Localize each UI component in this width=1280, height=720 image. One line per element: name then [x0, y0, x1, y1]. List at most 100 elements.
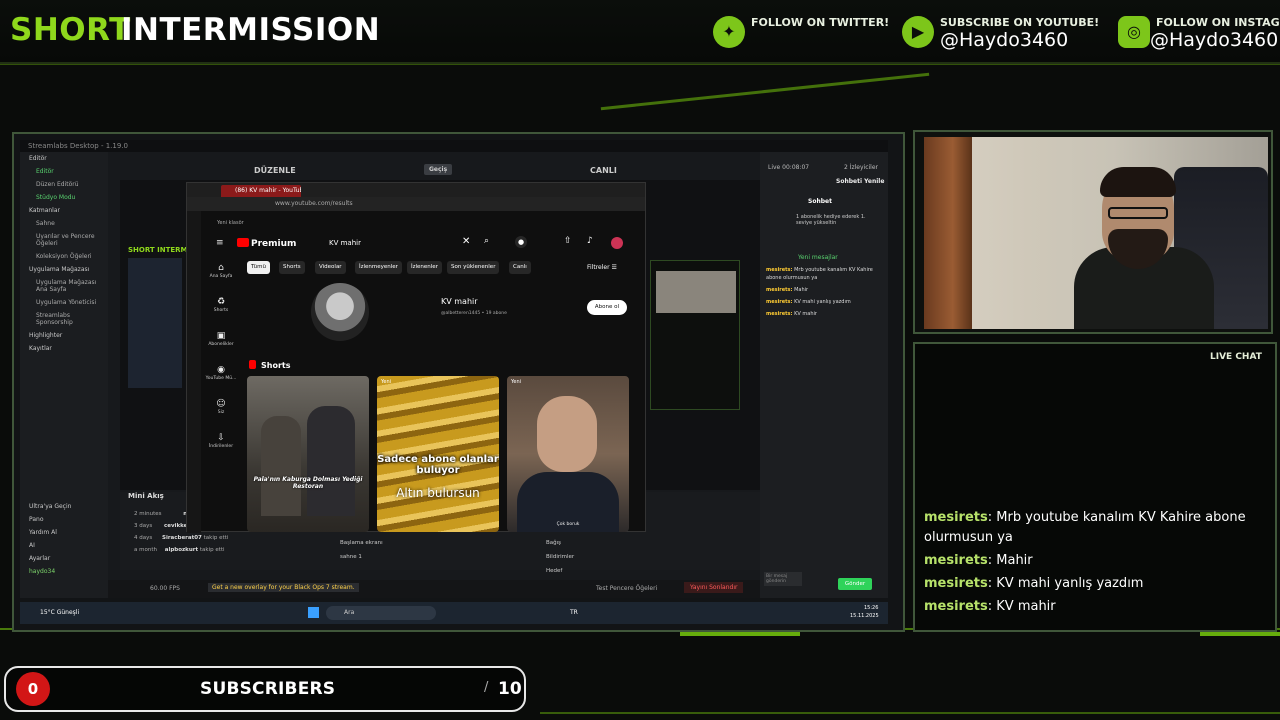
sidebar-item-studio-mode[interactable]: Stüdyo Modu	[20, 191, 108, 204]
short-caption: Çok boruk	[556, 522, 580, 527]
sidebar-item-ai[interactable]: AI	[20, 539, 108, 552]
sidebar-item-alerts[interactable]: Uyarılar ve Pencere Öğeleri	[20, 230, 100, 250]
streamlabs-titlebar: Streamlabs Desktop - 1.19.0	[20, 140, 888, 152]
short-card[interactable]: Pala'nın Kaburga Dolması Yediği Restoran	[247, 376, 369, 532]
sidebar-item-ultra[interactable]: Ultra'ya Geçin	[20, 500, 108, 513]
chip-unwatched[interactable]: İzlenmeyenler	[355, 261, 402, 274]
sidebar-item-sponsorship[interactable]: Streamlabs Sponsorship	[20, 309, 100, 329]
live-timer: Live 00:08:07	[768, 164, 810, 171]
chip-watched[interactable]: İzlenenler	[407, 261, 442, 274]
chat-message: mesirets: Mrb youtube kanalım KV Kahire …	[924, 510, 1246, 545]
account-avatar[interactable]	[611, 237, 623, 249]
preview-thumbnail-right	[650, 260, 740, 410]
browser-address-bar[interactable]: www.youtube.com/results	[187, 197, 645, 211]
scene-item[interactable]: Başlama ekranı	[340, 536, 383, 550]
end-stream-button[interactable]: Yayını Sonlandır	[684, 582, 744, 593]
chat-message-input[interactable]: Bir mesaj gönderin	[764, 572, 802, 586]
fps-readout: 60.00 FPS	[150, 585, 180, 592]
youtube-logo[interactable]: Premium	[237, 238, 296, 249]
shorts-heading: Shorts	[249, 360, 290, 370]
chip-all[interactable]: Tümü	[247, 261, 270, 274]
sidebar-item-app-manager[interactable]: Uygulama Yöneticisi	[20, 296, 108, 309]
clock-date[interactable]: 15.11.2025	[850, 613, 879, 619]
streamlabs-chat-panel: Live 00:08:07 2 İzleyiciler Sohbeti Yeni…	[760, 152, 888, 598]
nav-home[interactable]: ⌂ Ana Sayfa	[201, 263, 241, 279]
search-icon[interactable]: ⌕	[484, 236, 489, 246]
scene-item[interactable]: sahne 1	[340, 550, 383, 564]
instagram-icon: ◎	[1118, 16, 1150, 48]
browser-side-panel	[187, 211, 201, 533]
clock-time[interactable]: 15:26	[864, 605, 878, 611]
short-card[interactable]: Yeni Sadece abone olanlar buluyor Altın …	[377, 376, 499, 532]
channel-name[interactable]: KV mahir	[441, 297, 478, 306]
nav-you[interactable]: ☺ Siz	[201, 399, 241, 415]
upload-icon[interactable]: ⇧	[564, 236, 572, 246]
sidebar-item-scene[interactable]: Sahne	[20, 217, 108, 230]
refresh-chat-button[interactable]: Sohbeti Yenile	[836, 178, 884, 185]
language-indicator[interactable]: TR	[570, 609, 578, 616]
viewer-count: 2 İzleyiciler	[844, 164, 879, 171]
twitter-icon: ✦	[713, 16, 745, 48]
sidebar-item-editor-sub[interactable]: Editör	[20, 165, 108, 178]
taskbar-search[interactable]: Ara	[326, 606, 436, 620]
channel-avatar[interactable]	[311, 283, 369, 341]
nav-subscriptions[interactable]: ▣ Abonelikler	[201, 331, 241, 347]
filters-button[interactable]: Filtreler ☰	[587, 264, 617, 271]
sidebar-item-app-store[interactable]: Uygulama Mağazası	[20, 263, 108, 276]
chat-message: mesirets: KV mahi yanlış yazdım	[924, 576, 1144, 591]
short-card[interactable]: Yeni Çok boruk	[507, 376, 629, 532]
chip-recent[interactable]: Son yüklenenler	[447, 261, 500, 274]
sidebar-item-settings[interactable]: Ayarlar	[20, 552, 108, 565]
nav-downloads[interactable]: ⇩ İndirilenler	[201, 433, 241, 449]
sidebar-item-collection[interactable]: Koleksiyon Öğeleri	[20, 250, 108, 263]
youtube-icon: ▶	[902, 16, 934, 48]
weather-widget[interactable]: 15°C Güneşli	[40, 609, 79, 616]
subscribe-button[interactable]: Abone ol	[587, 300, 627, 315]
nav-youtube-music[interactable]: ◉ YouTube Mü...	[201, 365, 241, 381]
edit-label[interactable]: DÜZENLE	[254, 166, 296, 175]
test-widgets-button[interactable]: Test Pencere Öğeleri	[596, 585, 657, 592]
new-messages-label: Yeni mesajlar	[798, 254, 838, 261]
chip-shorts[interactable]: Shorts	[279, 261, 305, 274]
sidebar-item-dashboard[interactable]: Pano	[20, 513, 108, 526]
chip-videos[interactable]: Videolar	[315, 261, 346, 274]
browser-tabbar: (86) KV mahir - YouTube	[187, 183, 645, 197]
subscriber-label: SUBSCRIBERS	[200, 679, 336, 699]
chip-live[interactable]: Canlı	[509, 261, 531, 274]
clear-search-icon[interactable]: ✕	[462, 236, 470, 247]
microphone-icon[interactable]: ●	[515, 236, 527, 248]
live-chat-messages: mesirets: Mrb youtube kanalım KV Kahire …	[924, 508, 1260, 620]
subscriber-goal-bar: 0 SUBSCRIBERS / 10	[4, 666, 526, 712]
sidebar-item-highlighter[interactable]: Highlighter	[20, 329, 108, 342]
short-caption: Sadece abone olanlar buluyor	[377, 454, 499, 476]
sidebar-item-layout-editor[interactable]: Düzen Editörü	[20, 178, 108, 191]
source-item[interactable]: Hedef	[546, 564, 574, 578]
sidebar-item-editor[interactable]: Editör	[20, 152, 108, 165]
sidebar-item-layers[interactable]: Katmanlar	[20, 204, 108, 217]
live-label[interactable]: CANLI	[590, 166, 617, 175]
title-short: SHORT	[10, 12, 131, 48]
promo-link[interactable]: Get a new overlay for your Black Ops 7 s…	[208, 583, 359, 592]
subscriber-goal: 10	[498, 679, 522, 699]
sidebar-item-app-store-home[interactable]: Uygulama Mağazası Ana Sayfa	[20, 276, 100, 296]
nav-shorts[interactable]: ♻ Shorts	[201, 297, 241, 313]
source-item[interactable]: Bağış	[546, 536, 574, 550]
chat-message: mesirets: Mahir	[924, 553, 1033, 568]
youtube-handle: @Haydo3460	[940, 29, 1069, 51]
source-item[interactable]: Bildirimler	[546, 550, 574, 564]
bookmark-folder[interactable]: Yeni klasör	[217, 220, 244, 226]
youtube-search-input[interactable]: KV mahir	[323, 236, 483, 250]
sidebar-item-user[interactable]: haydo34	[20, 565, 108, 578]
youtube-label: SUBSCRIBE ON YOUTUBE!	[940, 16, 1100, 29]
browser-tab[interactable]: (86) KV mahir - YouTube	[221, 185, 301, 197]
transition-button[interactable]: Geçiş	[424, 164, 453, 175]
music-icon: ◉	[217, 365, 225, 375]
sidebar-item-help[interactable]: Yardım Al	[20, 526, 108, 539]
start-button[interactable]	[308, 607, 319, 618]
streamlabs-sidebar: Editör Editör Düzen Editörü Stüdyo Modu …	[20, 152, 108, 598]
browser-url[interactable]: www.youtube.com/results	[275, 200, 353, 207]
sidebar-item-recordings[interactable]: Kayıtlar	[20, 342, 108, 355]
send-button[interactable]: Gönder	[838, 578, 872, 590]
panel-chat-messages: mesirets: Mrb youtube kanalım KV Kahire …	[766, 266, 884, 318]
notifications-icon[interactable]: ♪	[587, 236, 593, 246]
